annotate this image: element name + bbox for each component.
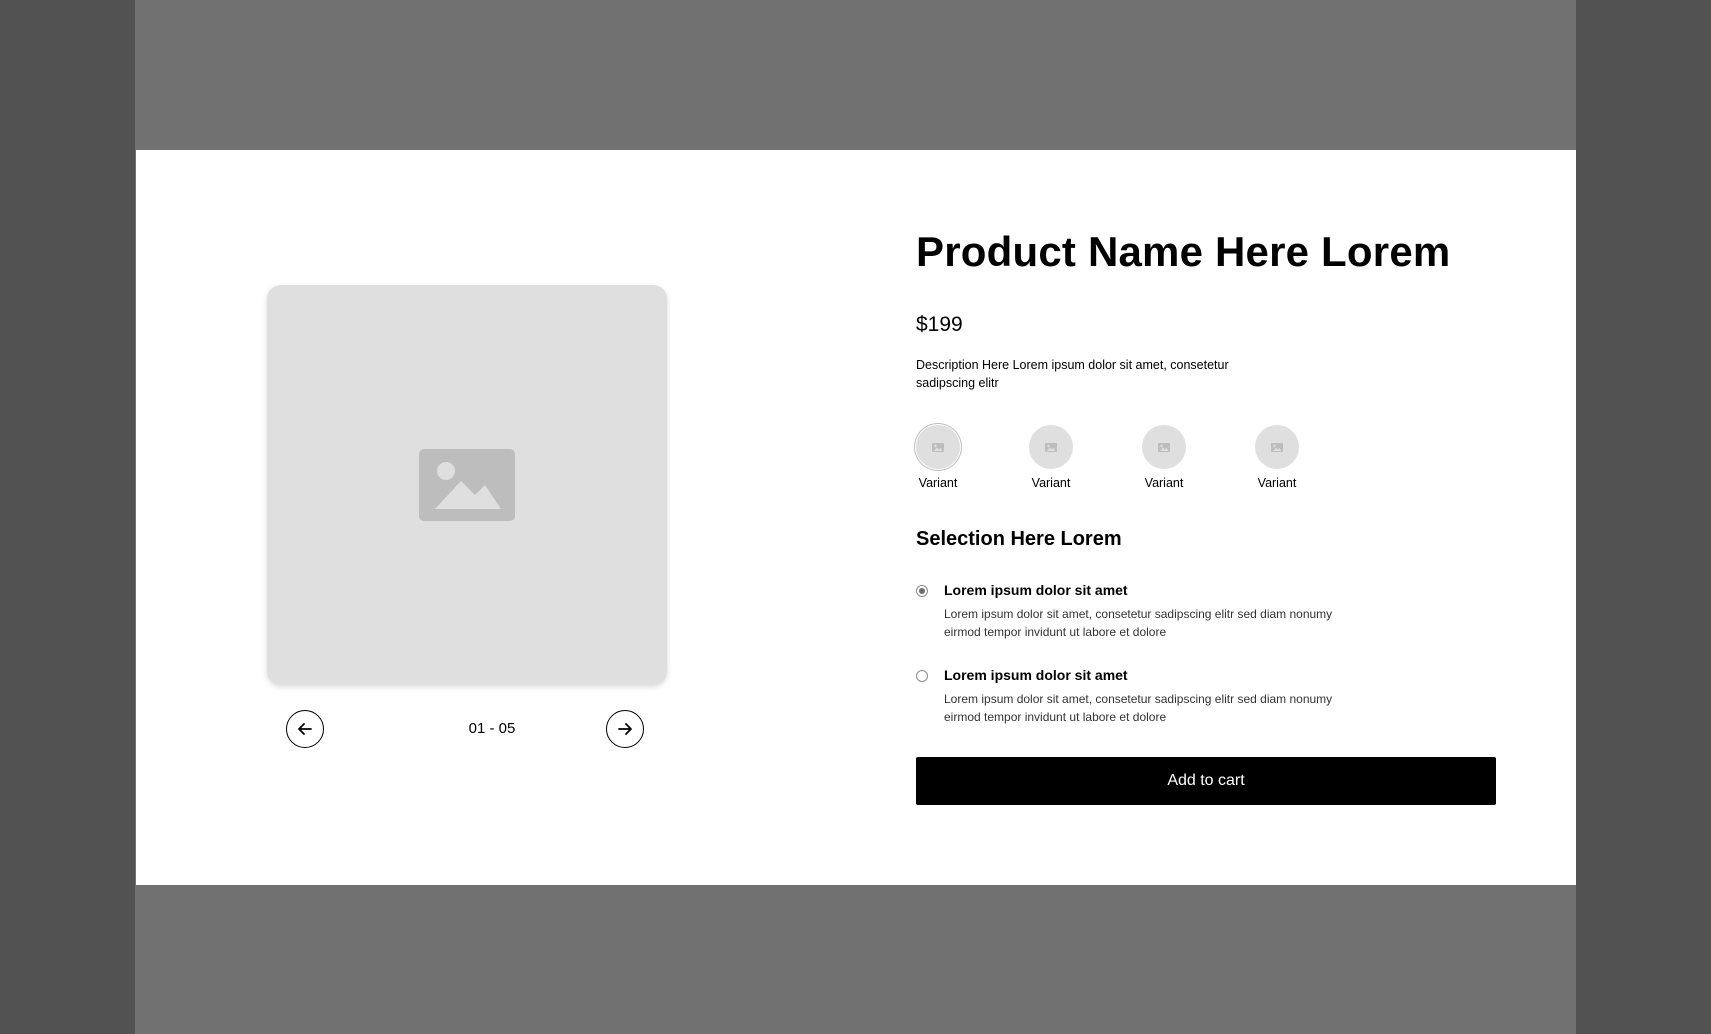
variant-option-4[interactable]: Variant	[1242, 425, 1312, 490]
variant-option-1[interactable]: Variant	[903, 425, 973, 490]
variant-swatch	[916, 425, 960, 469]
variant-label: Variant	[1031, 476, 1071, 490]
variant-label: Variant	[1144, 476, 1184, 490]
arrow-left-icon	[298, 723, 312, 735]
add-to-cart-button[interactable]: Add to cart	[916, 757, 1496, 805]
product-description: Description Here Lorem ipsum dolor sit a…	[916, 358, 1229, 390]
option-title: Lorem ipsum dolor sit amet	[944, 582, 1128, 598]
variant-label: Variant	[1257, 476, 1297, 490]
option-description: Lorem ipsum dolor sit amet, consetetur s…	[944, 692, 1333, 724]
variant-image-icon	[932, 442, 944, 452]
variant-option-3[interactable]: Variant	[1129, 425, 1199, 490]
option-description: Lorem ipsum dolor sit amet, consetetur s…	[944, 607, 1333, 639]
variant-swatch	[1255, 425, 1299, 469]
product-main-image[interactable]	[267, 285, 667, 685]
gallery-page-counter: 01 - 05	[468, 720, 516, 737]
selection-heading: Selection Here Lorem	[916, 528, 1122, 550]
variant-label: Variant	[918, 476, 958, 490]
variant-image-icon	[1158, 442, 1170, 452]
gallery-prev-button[interactable]	[286, 710, 324, 748]
arrow-right-icon	[618, 723, 632, 735]
gallery-next-button[interactable]	[606, 710, 644, 748]
variant-list: Variant Variant Variant Variant	[916, 425, 1336, 505]
variant-image-icon	[1271, 442, 1283, 452]
product-price: $199	[916, 313, 963, 336]
product-section: 01 - 05 Product Name Here Lorem $199 Des…	[136, 150, 1576, 885]
variant-swatch	[1142, 425, 1186, 469]
variant-option-2[interactable]: Variant	[1016, 425, 1086, 490]
image-placeholder-icon	[419, 449, 515, 521]
radio-button[interactable]	[916, 585, 928, 597]
product-title: Product Name Here Lorem	[916, 228, 1451, 275]
option-title: Lorem ipsum dolor sit amet	[944, 667, 1128, 683]
variant-swatch	[1029, 425, 1073, 469]
radio-button[interactable]	[916, 670, 928, 682]
variant-image-icon	[1045, 442, 1057, 452]
